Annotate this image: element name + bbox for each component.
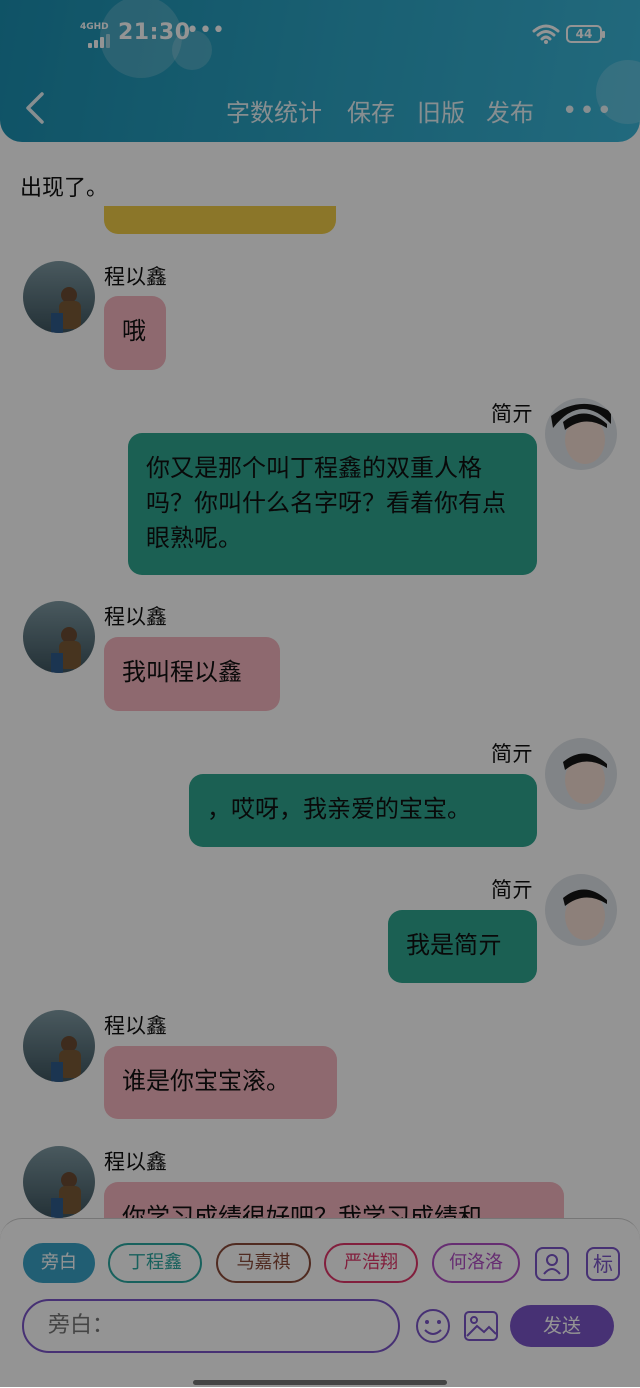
avatar-chengyixin[interactable] (23, 261, 95, 333)
role-chip-yanhaoxiang[interactable]: 严浩翔 (324, 1243, 418, 1283)
top-header: 4GHD 21:30 ••• 44 字数统计 保存 旧版 发布 ••• (0, 0, 640, 142)
input-panel: 旁白 丁程鑫 马嘉祺 严浩翔 何洛洛 标 旁白： 发送 (0, 1218, 640, 1388)
speaker-name: 简亓 (491, 742, 533, 766)
cellular-signal-icon: 4GHD (80, 22, 114, 48)
speaker-name: 程以鑫 (104, 1014, 167, 1038)
message-bubble[interactable]: 你又是那个叫丁程鑫的双重人格吗？你叫什么名字呀？看着你有点眼熟呢。 (128, 433, 537, 575)
role-chip-heluoluo[interactable]: 何洛洛 (432, 1243, 520, 1283)
message-input[interactable]: 旁白： (22, 1299, 400, 1353)
battery-icon: 44 (566, 25, 605, 43)
role-chip-dingchengxin[interactable]: 丁程鑫 (108, 1243, 202, 1283)
speaker-name: 程以鑫 (104, 265, 167, 289)
message-bubble[interactable]: 我叫程以鑫 (104, 637, 280, 711)
network-type: 4GHD (80, 22, 109, 32)
message-bubble[interactable]: 你学习成绩很好吧？我学习成绩和 (104, 1182, 564, 1222)
chat-area[interactable]: 出现了。 程以鑫 哦 简亓 你又是那个叫丁程鑫的双重人格吗？你叫什么名字呀？看着… (0, 142, 640, 1222)
avatar-jianqi[interactable] (545, 874, 617, 946)
old-version-button[interactable]: 旧版 (417, 93, 465, 128)
message-bubble[interactable]: ，哎呀，我亲爱的宝宝。 (189, 774, 537, 847)
more-menu-icon[interactable]: ••• (562, 96, 614, 126)
avatar-chengyixin[interactable] (23, 601, 95, 673)
status-dots: ••• (186, 18, 225, 43)
publish-button[interactable]: 发布 (486, 93, 534, 128)
speaker-name: 程以鑫 (104, 605, 167, 629)
avatar-chengyixin[interactable] (23, 1010, 95, 1082)
tag-button[interactable]: 标 (586, 1247, 620, 1281)
wifi-icon (532, 24, 560, 44)
send-button[interactable]: 发送 (510, 1305, 614, 1347)
back-arrow-icon[interactable] (22, 90, 50, 126)
role-chip-majiaqi[interactable]: 马嘉祺 (216, 1243, 311, 1283)
speaker-name: 简亓 (491, 402, 533, 426)
emoji-icon[interactable] (414, 1307, 452, 1345)
message-bubble[interactable]: 哦 (104, 296, 166, 370)
message-bubble[interactable]: 谁是你宝宝滚。 (104, 1046, 337, 1119)
save-button[interactable]: 保存 (347, 93, 395, 128)
narration-bubble (104, 206, 336, 234)
speaker-name: 简亓 (491, 878, 533, 902)
word-count-button[interactable]: 字数统计 (226, 93, 322, 128)
avatar-jianqi[interactable] (545, 398, 617, 470)
home-indicator (193, 1380, 447, 1385)
status-time: 21:30 (118, 20, 191, 45)
battery-level: 44 (575, 27, 593, 41)
avatar-jianqi[interactable] (545, 738, 617, 810)
image-icon[interactable] (462, 1307, 500, 1345)
speaker-name: 程以鑫 (104, 1150, 167, 1174)
narration-text: 出现了。 (20, 176, 109, 201)
role-chip-narrator[interactable]: 旁白 (23, 1243, 95, 1283)
message-bubble[interactable]: 我是简亓 (388, 910, 537, 983)
avatar-chengyixin[interactable] (23, 1146, 95, 1218)
add-role-icon[interactable] (535, 1247, 569, 1281)
